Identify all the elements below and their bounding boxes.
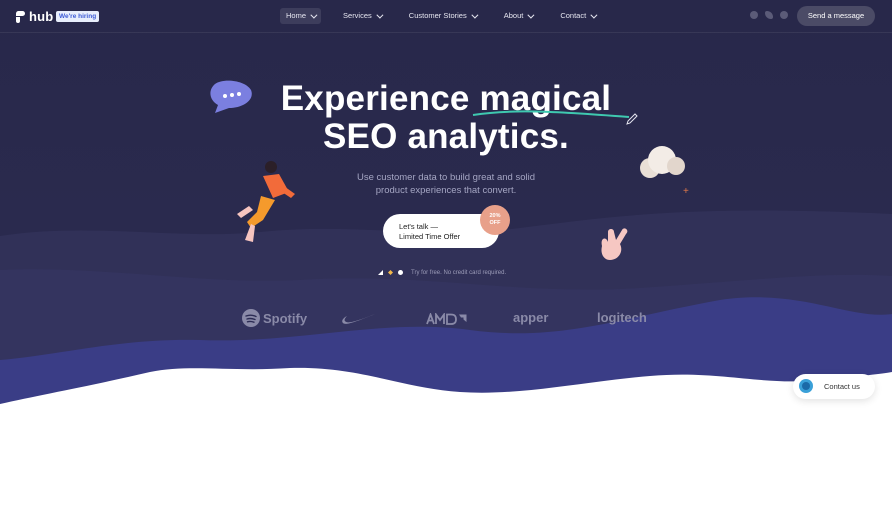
waving-hand-illustration [601,228,628,260]
headline-word-magical: magical [473,79,630,118]
hero-section: hub We're hiring Home Services Customer … [0,0,892,514]
chat-icon [799,379,813,393]
chevron-down-icon [376,11,384,19]
menu-item-label: About [503,11,524,20]
social-links [750,11,788,19]
dribbble-icon[interactable] [750,11,758,19]
hero-headline: Experience magical SEO analytics. [0,80,892,156]
menu-item-customer-stories[interactable]: Customer Stories [403,8,482,24]
diamond-icon [388,270,393,275]
spotify-icon [242,309,260,327]
background-waves [0,210,892,514]
chevron-down-icon [590,11,598,19]
hiring-badge[interactable]: We're hiring [56,11,100,22]
spotify-logo: Spotify [242,309,307,327]
triangle-icon [378,270,383,275]
chevron-down-icon [471,11,479,19]
contact-us-button[interactable]: Contact us [793,374,875,399]
subtitle-line-1: Use customer data to build great and sol… [357,172,535,183]
amd-logo [426,313,467,325]
menu-item-label: Home [286,11,307,20]
logo[interactable]: hub [16,9,53,24]
menu-item-contact[interactable]: Contact [554,8,601,24]
menu-item-about[interactable]: About [498,8,539,24]
cta-label: Let's talk — Limited Time Offer [399,222,461,241]
subtitle-line-2: product experiences that convert. [375,185,517,196]
contact-us-label: Contact us [824,382,860,391]
decorative-shapes [378,270,403,275]
logo-text: hub [29,9,54,24]
menu-item-home[interactable]: Home [280,8,322,24]
headline-word-experience: Experience [280,79,470,118]
teal-underline [473,110,630,118]
trial-note: Try for free. No credit card required. [411,270,507,276]
menu-item-label: Contact [560,11,587,20]
main-menu: Home Services Customer Stories About Con… [280,8,617,24]
top-navigation: hub We're hiring Home Services Customer … [0,0,892,33]
menu-item-services[interactable]: Services [337,8,387,24]
twitter-icon[interactable] [765,11,773,19]
discount-badge: 20% OFF [480,205,510,235]
logo-icon [16,10,25,23]
github-icon[interactable] [780,11,788,19]
logitech-logo: logitech [597,310,647,325]
chevron-down-icon [310,11,318,19]
hero-subtitle: Use customer data to build great and sol… [0,171,892,197]
menu-item-label: Customer Stories [408,11,467,20]
chevron-down-icon [527,11,535,19]
circle-icon [398,270,403,275]
nike-logo [342,314,375,324]
apper-logo: apper [513,310,549,325]
menu-item-label: Services [343,11,372,20]
headline-line-2: SEO analytics. [323,117,569,156]
send-message-button[interactable]: Send a message [797,6,875,26]
